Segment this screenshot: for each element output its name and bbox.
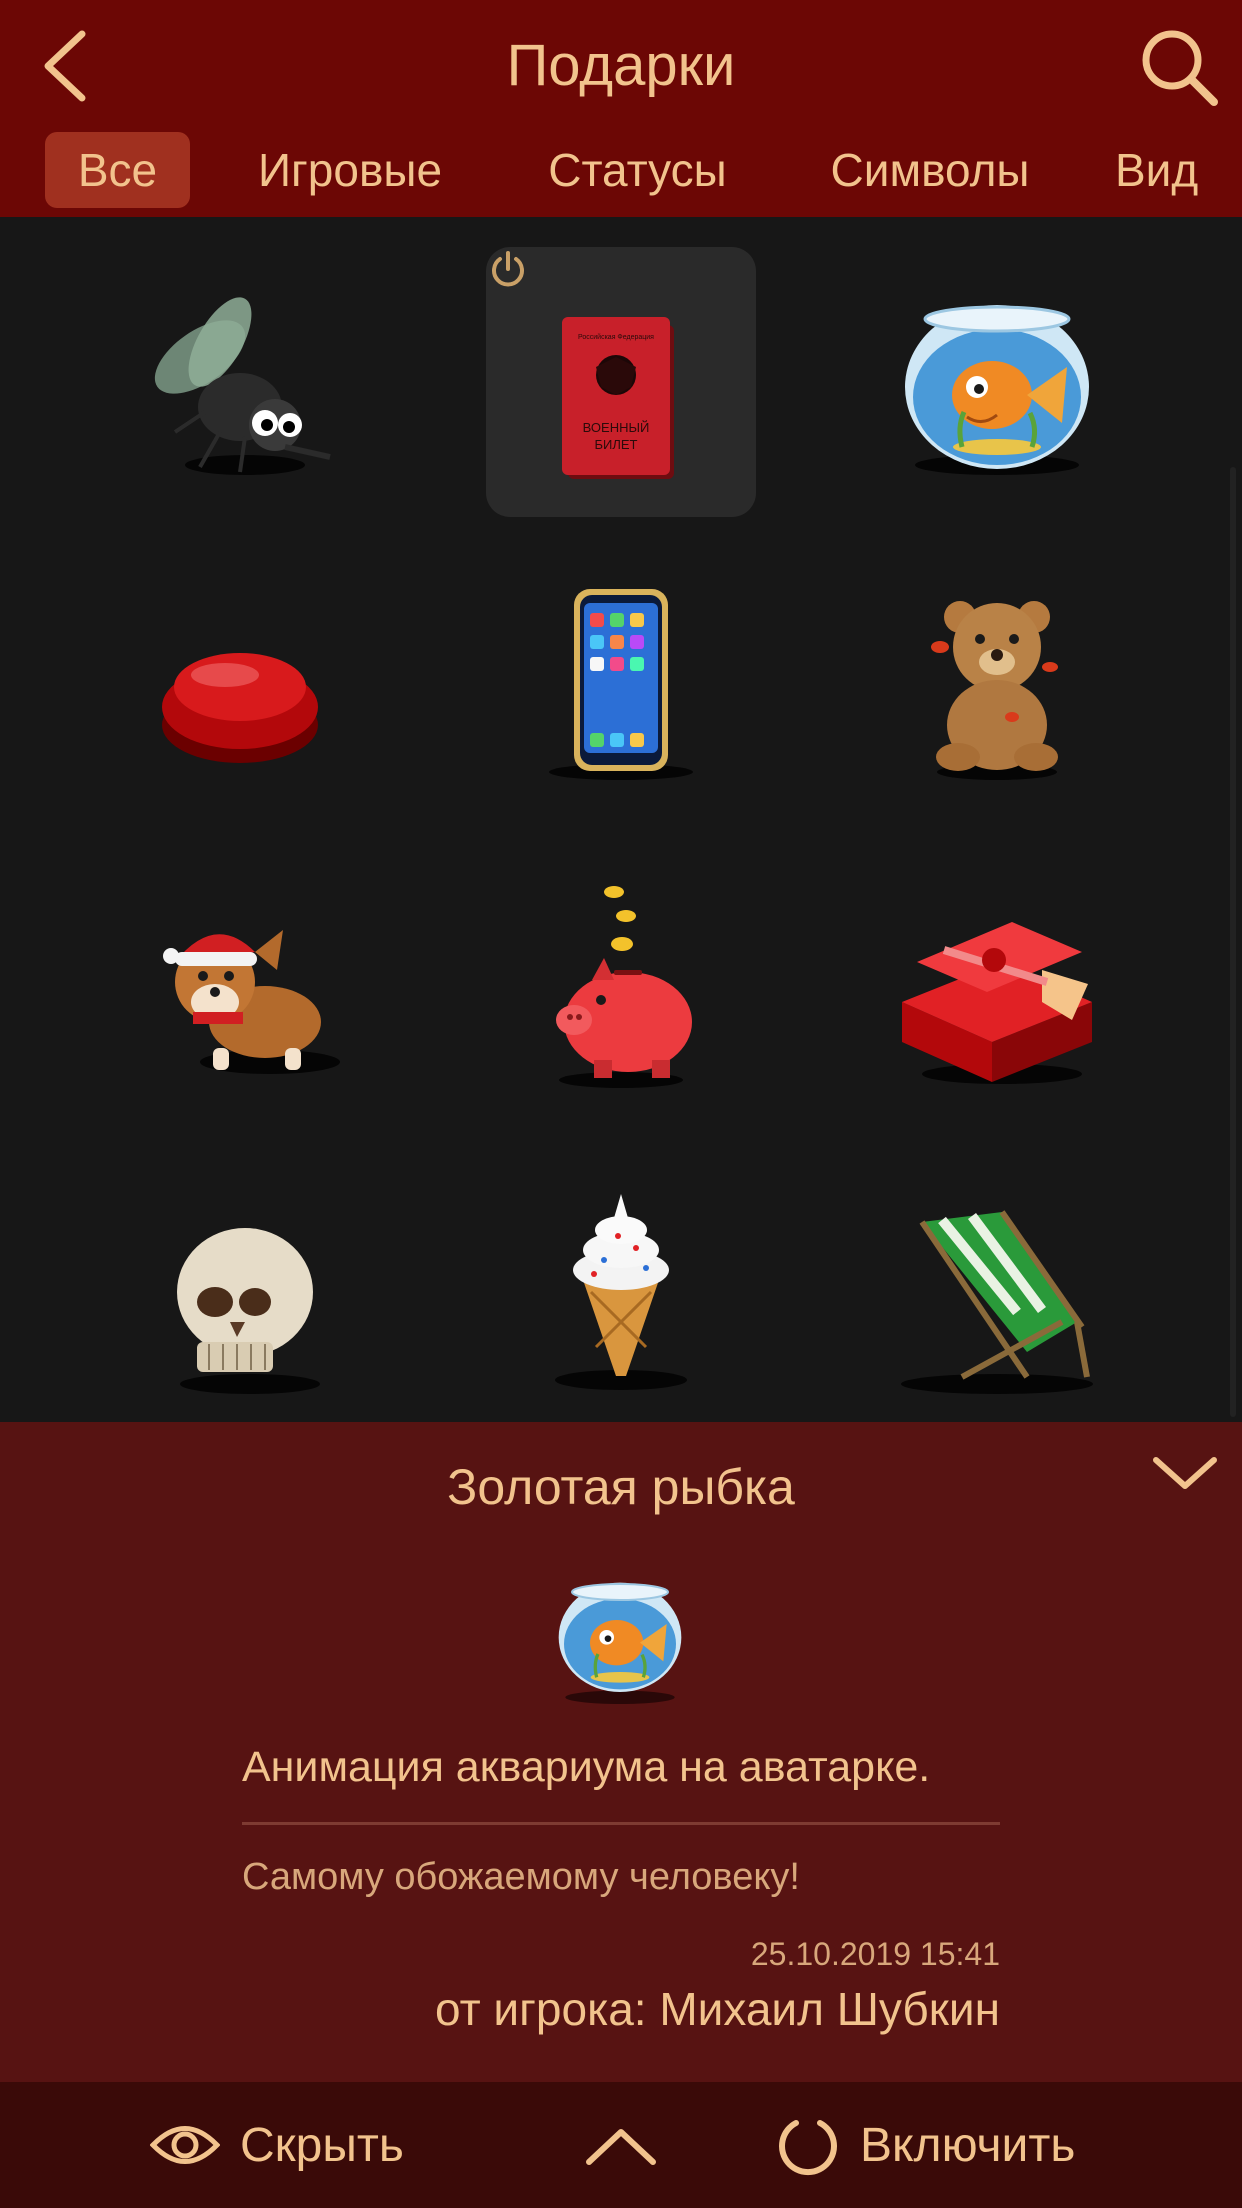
grid-scrollbar[interactable] — [1230, 467, 1236, 1417]
page-title: Подарки — [506, 33, 736, 98]
gift-description: Анимация аквариума на аватарке. — [242, 1743, 931, 1791]
divider — [242, 1822, 1000, 1825]
gift-fly[interactable] — [105, 247, 375, 517]
chevron-down-icon — [1153, 1457, 1217, 1489]
bottom-action-bar: Скрыть Включить — [0, 2082, 1242, 2208]
gift-red-button[interactable] — [105, 547, 375, 817]
tab-view[interactable]: Вид — [1115, 132, 1242, 208]
gift-deck-chair[interactable] — [862, 1152, 1132, 1422]
tab-statuses[interactable]: Статусы — [525, 132, 750, 208]
search-button[interactable] — [1134, 22, 1224, 112]
category-tabs: Все Игровые Статусы Символы Вид — [0, 128, 1242, 212]
teddy-bear-icon — [931, 601, 1058, 780]
chevron-up-icon — [586, 2129, 656, 2165]
skull-icon — [177, 1228, 320, 1394]
gift-ice-cream[interactable] — [486, 1152, 756, 1422]
gift-piggy-bank[interactable] — [486, 852, 756, 1122]
corgi-santa-hat-icon — [163, 930, 340, 1074]
red-button-icon — [162, 653, 318, 763]
gift-box-icon — [902, 922, 1092, 1084]
gift-teddy-bear[interactable] — [862, 547, 1132, 817]
tab-game[interactable]: Игровые — [235, 132, 465, 208]
piggy-bank-icon — [556, 886, 692, 1088]
svg-text:БИЛЕТ: БИЛЕТ — [594, 437, 637, 452]
eye-icon — [150, 2126, 220, 2164]
enable-button[interactable]: Включить — [776, 2082, 1075, 2208]
collapse-button[interactable] — [1150, 1444, 1220, 1504]
gift-message: Самому обожаемому человеку! — [242, 1856, 800, 1898]
tab-symbols[interactable]: Символы — [815, 132, 1045, 208]
gift-date: 25.10.2019 15:41 — [750, 1936, 1000, 1972]
hide-label: Скрыть — [240, 2118, 404, 2172]
search-icon — [1142, 30, 1218, 106]
svg-text:ВОЕННЫЙ: ВОЕННЫЙ — [583, 420, 650, 435]
gift-military-id[interactable]: Российская Федерация ВОЕННЫЙ БИЛЕТ — [486, 247, 756, 517]
power-icon — [492, 251, 524, 287]
smartphone-icon — [549, 589, 693, 780]
gift-smartphone[interactable] — [486, 547, 756, 817]
ice-cream-icon — [555, 1194, 687, 1390]
gift-detail-panel: Золотая рыбка Анимация аквариума на ават… — [0, 1422, 1242, 2082]
goldfish-bowl-icon — [558, 1582, 682, 1704]
tab-all[interactable]: Все — [45, 132, 190, 208]
gift-gift-box[interactable] — [862, 852, 1132, 1122]
enable-label: Включить — [860, 2118, 1076, 2172]
power-icon — [779, 2120, 837, 2175]
goldfish-bowl-icon — [905, 305, 1089, 475]
fly-icon — [154, 297, 331, 475]
deck-chair-icon — [901, 1210, 1093, 1394]
gift-sender[interactable]: от игрока: Михаил Шубкин — [242, 1977, 1000, 2041]
gift-corgi[interactable] — [105, 852, 375, 1122]
svg-text:Российская Федерация: Российская Федерация — [578, 333, 654, 341]
gift-goldfish[interactable] — [862, 247, 1132, 517]
hide-button[interactable]: Скрыть — [150, 2082, 404, 2208]
gift-grid: Российская Федерация ВОЕННЫЙ БИЛЕТ — [0, 217, 1242, 1422]
gift-skull[interactable] — [105, 1152, 375, 1422]
top-bar: Подарки Все Игровые Статусы Символы Вид — [0, 0, 1242, 217]
gift-title: Золотая рыбка — [447, 1459, 795, 1515]
expand-button[interactable] — [583, 2110, 659, 2180]
